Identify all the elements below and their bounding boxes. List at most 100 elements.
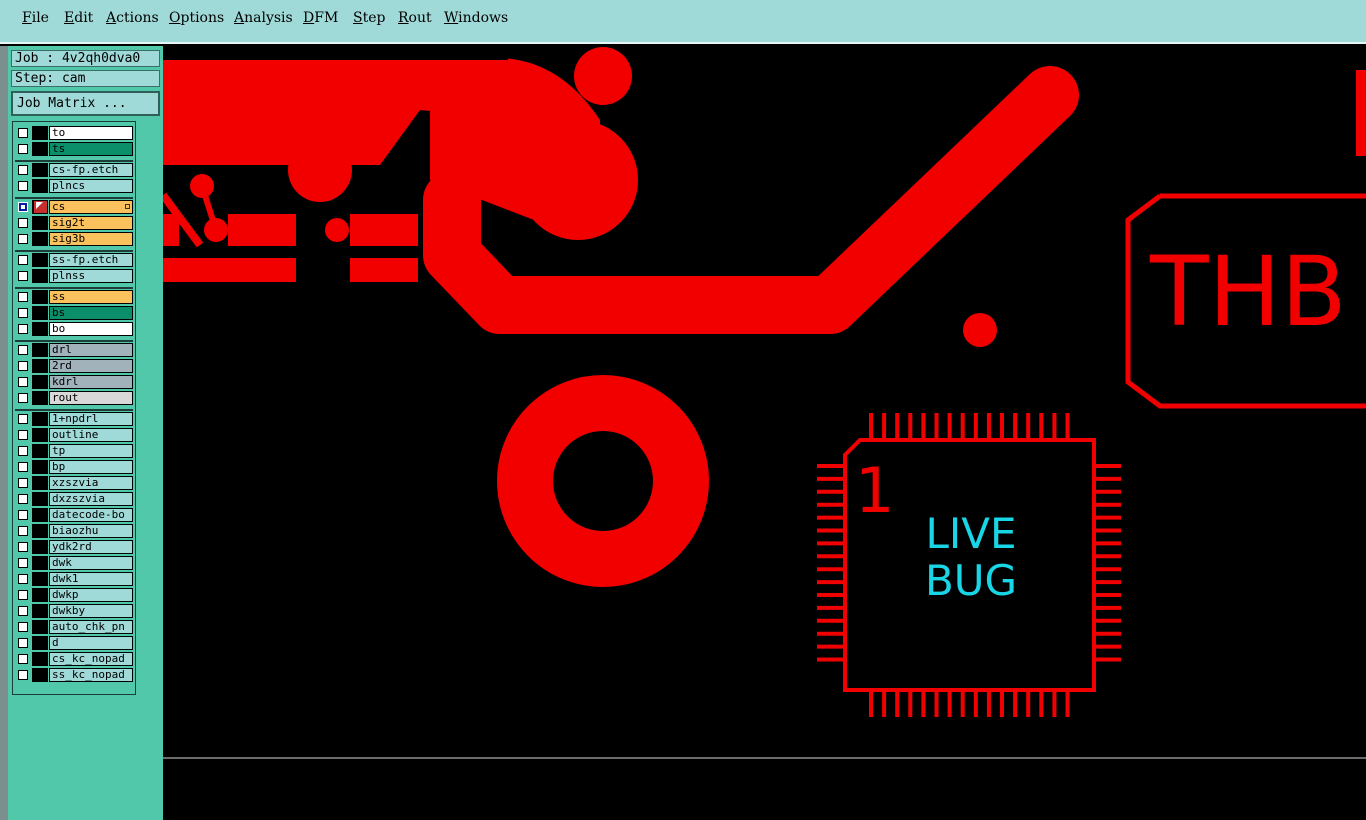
layer-row-outline[interactable]: outline	[15, 428, 133, 442]
layer-row-bs[interactable]: bs	[15, 306, 133, 320]
layer-affected-cell[interactable]	[32, 343, 48, 357]
layer-affected-cell[interactable]	[32, 216, 48, 230]
layer-name-label[interactable]: bs	[49, 306, 133, 320]
layer-affected-cell[interactable]	[32, 476, 48, 490]
layer-affected-cell[interactable]	[32, 253, 48, 267]
layer-visibility-checkbox[interactable]	[18, 526, 28, 536]
layer-affected-cell[interactable]	[32, 412, 48, 426]
layer-name-label[interactable]: sig3b	[49, 232, 133, 246]
layer-visibility-checkbox[interactable]	[18, 510, 28, 520]
layer-affected-cell[interactable]	[32, 556, 48, 570]
layer-visibility-checkbox[interactable]	[18, 218, 28, 228]
menu-options[interactable]: Options	[169, 10, 224, 26]
layer-affected-cell[interactable]	[32, 668, 48, 682]
menu-dfm[interactable]: DFM	[303, 10, 338, 26]
layer-row-ts[interactable]: ts	[15, 142, 133, 156]
layer-row-dwk1[interactable]: dwk1	[15, 572, 133, 586]
layer-visibility-checkbox[interactable]	[18, 292, 28, 302]
layer-affected-cell[interactable]	[32, 428, 48, 442]
layer-visibility-checkbox[interactable]	[18, 478, 28, 488]
layer-name-label[interactable]: plnss	[49, 269, 133, 283]
layer-name-label[interactable]: rout	[49, 391, 133, 405]
layer-name-label[interactable]: auto_chk_pn	[49, 620, 133, 634]
layer-visibility-checkbox[interactable]	[18, 361, 28, 371]
layer-row-dxzszvia[interactable]: dxzszvia	[15, 492, 133, 506]
layer-name-label[interactable]: 1+npdrl	[49, 412, 133, 426]
layer-name-label[interactable]: xzszvia	[49, 476, 133, 490]
layer-affected-cell[interactable]	[32, 306, 48, 320]
layer-affected-cell[interactable]	[32, 391, 48, 405]
layer-row-ss-fp.etch[interactable]: ss-fp.etch	[15, 253, 133, 267]
layer-visibility-checkbox[interactable]	[18, 377, 28, 387]
layer-affected-cell[interactable]	[32, 572, 48, 586]
menu-step[interactable]: Step	[353, 10, 385, 26]
layer-name-label[interactable]: 2rd	[49, 359, 133, 373]
layer-name-label[interactable]: cs	[49, 200, 133, 214]
layer-visibility-checkbox[interactable]	[18, 234, 28, 244]
layer-affected-cell[interactable]	[32, 126, 48, 140]
layer-name-label[interactable]: dwkby	[49, 604, 133, 618]
layer-row-plncs[interactable]: plncs	[15, 179, 133, 193]
layer-visibility-checkbox[interactable]	[18, 345, 28, 355]
layer-name-label[interactable]: datecode-bo	[49, 508, 133, 522]
layer-row-cs_kc_nopad[interactable]: cs_kc_nopad	[15, 652, 133, 666]
layer-visibility-checkbox[interactable]	[18, 574, 28, 584]
layer-affected-cell[interactable]	[32, 492, 48, 506]
layer-name-label[interactable]: cs_kc_nopad	[49, 652, 133, 666]
layer-affected-cell[interactable]	[32, 588, 48, 602]
layer-visibility-checkbox[interactable]	[18, 494, 28, 504]
layer-visibility-checkbox[interactable]	[18, 308, 28, 318]
layer-row-auto_chk_pn[interactable]: auto_chk_pn	[15, 620, 133, 634]
menu-rout[interactable]: Rout	[398, 10, 432, 26]
layer-name-label[interactable]: dwk	[49, 556, 133, 570]
layer-row-drl[interactable]: drl	[15, 343, 133, 357]
layer-affected-cell[interactable]	[32, 444, 48, 458]
layer-row-plnss[interactable]: plnss	[15, 269, 133, 283]
layer-visibility-checkbox[interactable]	[18, 181, 28, 191]
layer-row-bp[interactable]: bp	[15, 460, 133, 474]
layer-row-cs-fp.etch[interactable]: cs-fp.etch	[15, 163, 133, 177]
menu-analysis[interactable]: Analysis	[234, 10, 293, 26]
layer-name-label[interactable]: plncs	[49, 179, 133, 193]
layer-affected-cell[interactable]	[32, 540, 48, 554]
menu-actions[interactable]: Actions	[106, 10, 159, 26]
layer-affected-cell[interactable]	[32, 322, 48, 336]
layer-name-label[interactable]: outline	[49, 428, 133, 442]
layer-affected-cell[interactable]	[32, 232, 48, 246]
layer-name-label[interactable]: ss	[49, 290, 133, 304]
layer-name-label[interactable]: bp	[49, 460, 133, 474]
layer-row-rout[interactable]: rout	[15, 391, 133, 405]
layer-affected-cell[interactable]	[32, 636, 48, 650]
layer-row-ss[interactable]: ss	[15, 290, 133, 304]
job-matrix-button[interactable]: Job Matrix ...	[11, 91, 160, 116]
layer-name-label[interactable]: d	[49, 636, 133, 650]
layer-row-1+npdrl[interactable]: 1+npdrl	[15, 412, 133, 426]
layer-visibility-checkbox[interactable]	[18, 622, 28, 632]
layer-visibility-checkbox[interactable]	[18, 271, 28, 281]
layer-row-bo[interactable]: bo	[15, 322, 133, 336]
layer-row-kdrl[interactable]: kdrl	[15, 375, 133, 389]
layer-affected-cell[interactable]	[32, 604, 48, 618]
layer-name-label[interactable]: bo	[49, 322, 133, 336]
layer-row-dwkp[interactable]: dwkp	[15, 588, 133, 602]
layer-row-dwk[interactable]: dwk	[15, 556, 133, 570]
layer-visibility-checkbox[interactable]	[18, 430, 28, 440]
layer-name-label[interactable]: tp	[49, 444, 133, 458]
layer-visibility-checkbox[interactable]	[18, 670, 28, 680]
layer-visibility-checkbox[interactable]	[18, 638, 28, 648]
menu-edit[interactable]: Edit	[64, 10, 93, 26]
layer-row-d[interactable]: d	[15, 636, 133, 650]
layer-row-2rd[interactable]: 2rd	[15, 359, 133, 373]
layer-visibility-checkbox[interactable]	[18, 462, 28, 472]
layer-name-label[interactable]: ts	[49, 142, 133, 156]
layer-row-to[interactable]: to	[15, 126, 133, 140]
layer-affected-cell[interactable]	[32, 142, 48, 156]
layer-visibility-checkbox[interactable]	[18, 324, 28, 334]
layer-visibility-checkbox[interactable]	[18, 165, 28, 175]
layer-affected-cell[interactable]	[32, 290, 48, 304]
layer-name-label[interactable]: dwkp	[49, 588, 133, 602]
layer-visibility-checkbox[interactable]	[18, 144, 28, 154]
layer-affected-cell[interactable]	[32, 269, 48, 283]
layer-visibility-checkbox[interactable]	[18, 255, 28, 265]
layer-row-datecode-bo[interactable]: datecode-bo	[15, 508, 133, 522]
